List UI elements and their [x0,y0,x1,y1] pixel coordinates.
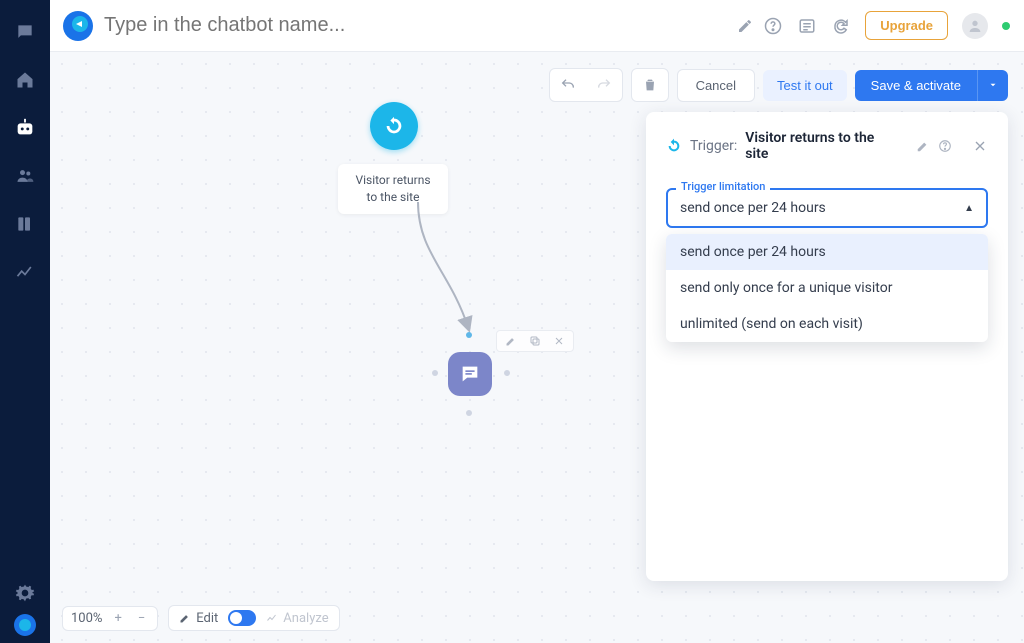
user-avatar[interactable] [962,13,988,39]
zoom-in-button[interactable]: + [110,611,125,626]
node-port[interactable] [466,410,472,416]
trigger-node[interactable] [370,102,418,150]
chevron-up-icon: ▲ [964,203,974,214]
panel-edit-icon[interactable] [916,139,930,153]
nav-contacts-icon[interactable] [13,164,37,188]
undo-icon[interactable] [550,69,586,101]
analyze-mode-label: Analyze [283,611,328,626]
brand-logo-icon [62,10,94,42]
option-1[interactable]: send once per 24 hours [666,234,988,270]
trigger-limitation-select[interactable]: send once per 24 hours ▲ [666,188,988,228]
panel-trigger-prefix: Trigger: [690,138,737,154]
panel-trigger-name: Visitor returns to the site [745,130,900,162]
refresh-icon [383,115,405,137]
online-status-dot [1002,22,1010,30]
nav-settings-icon[interactable] [0,583,50,603]
message-icon [459,363,481,385]
node-port[interactable] [504,370,510,376]
help-icon[interactable] [763,16,783,36]
analytics-icon [266,612,278,624]
delete-icon[interactable] [632,69,668,101]
message-node[interactable] [448,352,492,396]
zoom-out-button[interactable]: − [134,611,149,626]
nav-library-icon[interactable] [13,212,37,236]
trigger-limitation-label: Trigger limitation [676,180,770,193]
edit-mode-button[interactable]: Edit [179,611,218,626]
nav-chat-icon[interactable] [13,20,37,44]
edit-title-icon[interactable] [737,18,753,34]
trigger-limitation-dropdown: send once per 24 hours send only once fo… [666,234,988,342]
bottom-toolbar: 100% + − Edit Analyze [62,605,340,631]
chevron-down-icon [988,80,998,90]
flow-canvas[interactable]: Cancel Test it out Save & activate Visit… [50,52,1024,643]
refresh-icon[interactable] [831,16,851,36]
panel-help-icon[interactable] [938,139,952,153]
nav-brand-logo-icon [0,613,50,637]
nav-home-icon[interactable] [13,68,37,92]
trigger-node-label: Visitor returns to the site [338,164,448,214]
pencil-icon [179,612,191,624]
analyze-mode-button[interactable]: Analyze [266,611,328,626]
zoom-level: 100% [71,611,102,626]
trigger-config-panel: Trigger: Visitor returns to the site Tri… [646,112,1008,581]
cancel-button[interactable]: Cancel [677,69,755,102]
nav-analytics-icon[interactable] [13,260,37,284]
topbar: Upgrade [50,0,1024,52]
save-dropdown-button[interactable] [977,70,1008,101]
test-button[interactable]: Test it out [763,70,847,101]
upgrade-button[interactable]: Upgrade [865,11,948,40]
canvas-toolbar: Cancel Test it out Save & activate [549,68,1008,102]
option-2[interactable]: send only once for a unique visitor [666,270,988,306]
node-delete-icon[interactable] [547,333,571,349]
chatbot-name-input[interactable] [104,14,723,37]
node-toolbar [496,330,574,352]
edit-mode-label: Edit [196,611,218,626]
zoom-control: 100% + − [62,606,158,631]
mode-toggle[interactable] [228,610,256,626]
nav-bot-icon[interactable] [13,116,37,140]
mode-switch: Edit Analyze [168,605,339,631]
node-edit-icon[interactable] [499,333,523,349]
news-icon[interactable] [797,16,817,36]
node-port[interactable] [432,370,438,376]
redo-icon[interactable] [586,69,622,101]
refresh-icon [666,138,682,154]
panel-close-icon[interactable] [972,138,988,154]
trigger-limitation-value: send once per 24 hours [680,200,826,216]
left-nav-rail [0,0,50,643]
option-3[interactable]: unlimited (send on each visit) [666,306,988,342]
node-duplicate-icon[interactable] [523,333,547,349]
save-activate-button[interactable]: Save & activate [855,70,977,101]
node-port[interactable] [466,332,472,338]
